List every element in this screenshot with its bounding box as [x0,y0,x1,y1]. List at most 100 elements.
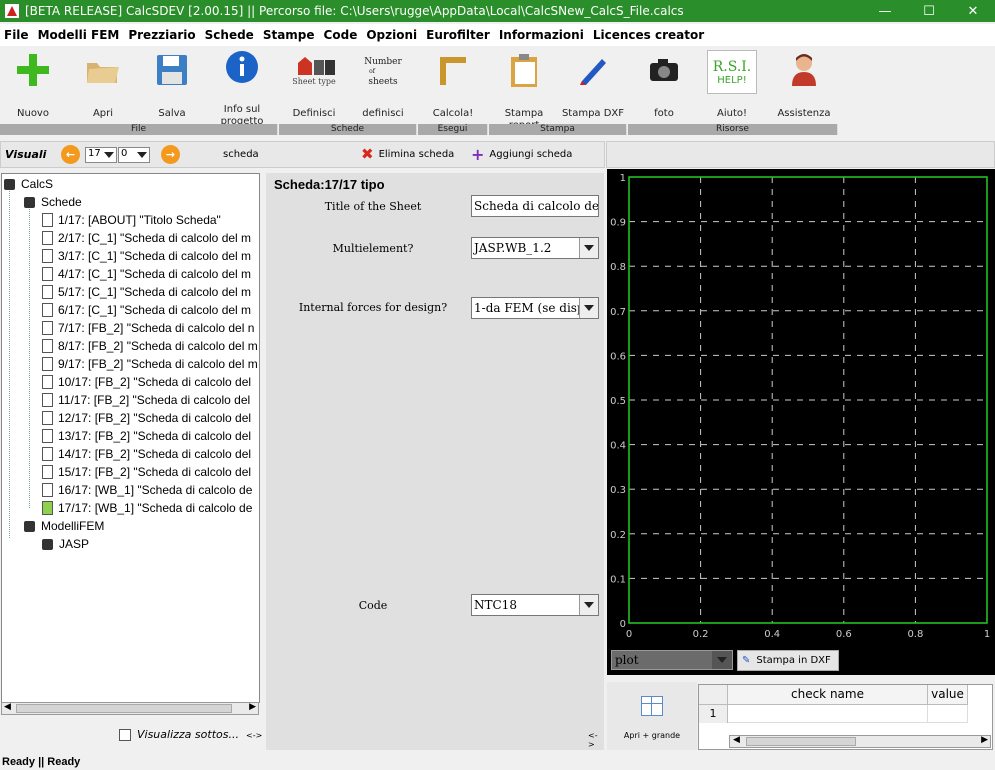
multielement-label: Multielement? [332,242,414,255]
title-bar: [BETA RELEASE] CalcSDEV [2.00.15] || Per… [0,0,995,22]
tree-item-sheet[interactable]: 15/17: [FB_2] "Scheda di calcolo del [42,463,251,481]
scroll-thumb[interactable] [746,737,856,746]
menu-modelli-fem[interactable]: Modelli FEM [34,28,125,42]
sheet-navigation-bar: Visuali ← 17 0 → scheda ✖ Elimina scheda … [0,141,605,168]
chevron-down-icon [579,238,598,258]
previous-sheet-button[interactable]: ← [61,145,80,164]
close-button[interactable]: ✕ [951,4,995,19]
tree-item-sheet[interactable]: 7/17: [FB_2] "Scheda di calcolo del n [42,319,254,337]
column-header-check-name[interactable]: check name [728,685,928,705]
open-large-label: Apri + grande [623,731,681,740]
next-sheet-button[interactable]: → [161,145,180,164]
chart-svg[interactable]: 0 0.2 0.4 0.6 0.8 1 0 0.1 0.2 0.3 0.4 0.5 0.6 0.7 0.8 0… [607,169,995,675]
define-sheet-type-button[interactable]: Sheet type Definisci [284,50,344,119]
tree-root-label: CalcS [21,177,54,191]
print-dxf-button[interactable]: Stampa DXF [561,50,625,119]
tree-horizontal-scrollbar[interactable]: ◀ ▶ [1,702,259,715]
title-field[interactable]: Scheda di calcolo del m [471,195,599,217]
column-header-value[interactable]: value [928,685,968,705]
print-report-button[interactable]: Stampa report [488,50,560,131]
checkbox-icon [119,728,131,741]
scroll-thumb[interactable] [16,704,232,713]
clipboard-icon [488,50,560,90]
folder-icon [75,50,131,90]
plot-area: 0 0.2 0.4 0.6 0.8 1 0 0.1 0.2 0.3 0.4 0.5 0.6 0.7 0.8 0… [607,169,995,675]
open-large-button[interactable]: Apri + grande [607,682,697,750]
tree-item-sheet[interactable]: 9/17: [FB_2] "Scheda di calcolo del m [42,355,258,373]
calculate-button[interactable]: Calcola! [425,50,481,119]
tree-item-label: 17/17: [WB_1] "Scheda di calcolo de [58,501,253,515]
menu-opzioni[interactable]: Opzioni [362,28,422,42]
tree-item-sheet[interactable]: 11/17: [FB_2] "Scheda di calcolo del [42,391,250,409]
menu-file[interactable]: File [0,28,34,42]
internal-forces-select[interactable]: 1-da FEM (se disp.) [471,297,599,319]
document-icon [42,249,53,263]
define-sheets-button[interactable]: Number of sheets definisci [354,50,412,119]
tree-item-sheet[interactable]: 3/17: [C_1] "Scheda di calcolo del m [42,247,251,265]
tree-item-sheet[interactable]: 16/17: [WB_1] "Scheda di calcolo de [42,481,252,499]
multielement-select[interactable]: JASP.WB_1.2 [471,237,599,259]
support-button[interactable]: Assistenza [774,50,834,119]
menu-schede[interactable]: Schede [201,28,259,42]
tree-item-sheet[interactable]: 8/17: [FB_2] "Scheda di calcolo del m [42,337,258,355]
menu-eurofilter[interactable]: Eurofilter [422,28,495,42]
tree-item-sheet[interactable]: 4/17: [C_1] "Scheda di calcolo del m [42,265,251,283]
project-info-button[interactable]: Info sul progetto [210,50,274,127]
tree-item-sheet[interactable]: 14/17: [FB_2] "Scheda di calcolo del [42,445,251,463]
tree-root-calcs[interactable]: CalcS [4,175,53,193]
document-icon [42,357,53,371]
delete-sheet-button[interactable]: ✖ Elimina scheda [361,145,454,163]
help-button[interactable]: R.S.I. HELP! Aiuto! [704,50,760,119]
tree-item-sheet[interactable]: 5/17: [C_1] "Scheda di calcolo del m [42,283,251,301]
y-tick-label: 0.2 [610,530,626,541]
print-dxf-plot-button[interactable]: ✎ Stampa in DXF [737,650,839,671]
tree-item-sheet[interactable]: 17/17: [WB_1] "Scheda di calcolo de [42,499,252,517]
y-tick-label: 0.1 [610,574,626,585]
tree-folder-modelli-fem[interactable]: ModelliFEM [24,517,104,535]
y-tick-label: 0 [620,619,626,630]
tree-item-sheet[interactable]: 6/17: [C_1] "Scheda di calcolo del m [42,301,251,319]
tree-item-sheet[interactable]: 10/17: [FB_2] "Scheda di calcolo del [42,373,251,391]
menu-licences-creator[interactable]: Licences creator [589,28,709,42]
tree-item-sheet[interactable]: 13/17: [FB_2] "Scheda di calcolo del [42,427,251,445]
photo-button[interactable]: foto [636,50,692,119]
maximize-button[interactable]: ☐ [907,4,951,19]
menu-informazioni[interactable]: Informazioni [495,28,589,42]
sheet-number-value: 17 [88,148,101,159]
show-sub-checkbox[interactable]: Visualizza sottos... [119,728,239,741]
code-label: Code [358,599,388,612]
sub-sheet-value: 0 [121,148,128,159]
table-horizontal-scrollbar[interactable]: ◀ ▶ [729,735,991,748]
menu-code[interactable]: Code [320,28,363,42]
new-button[interactable]: Nuovo [5,50,61,119]
save-button[interactable]: Salva [144,50,200,119]
document-icon [42,213,53,227]
code-select[interactable]: NTC18 [471,594,599,616]
y-tick-label: 0.9 [610,218,626,229]
minimize-button[interactable]: — [863,4,907,19]
document-icon [42,393,53,407]
add-sheet-button[interactable]: + Aggiungi scheda [471,145,572,164]
tree-resize-handle[interactable]: <-> [246,731,262,740]
plot-type-select[interactable]: plot [611,650,733,670]
group-file: File [0,124,278,135]
tree-item-sheet[interactable]: 2/17: [C_1] "Scheda di calcolo del m [42,229,251,247]
menu-stampe[interactable]: Stampe [259,28,320,42]
tree-guide-line [9,188,10,538]
menu-prezziario[interactable]: Prezziario [124,28,200,42]
open-button[interactable]: Apri [75,50,131,119]
sub-sheet-select[interactable]: 0 [118,147,150,163]
tree-item-sheet[interactable]: 1/17: [ABOUT] "Titolo Scheda" [42,211,221,229]
define-sheets-label: definisci [362,108,404,119]
scroll-left-icon: ◀ [733,735,740,745]
tree-folder-schede-label: Schede [41,195,82,209]
table-cell[interactable] [728,705,928,723]
tree-item-sheet[interactable]: 12/17: [FB_2] "Scheda di calcolo del [42,409,251,427]
document-icon [42,303,53,317]
table-cell[interactable] [928,705,968,723]
tree-item-jasp[interactable]: JASP [42,535,89,553]
document-icon [42,321,53,335]
sheet-number-select[interactable]: 17 [85,147,117,163]
panel-resize-handle[interactable]: <-> [588,731,604,749]
tree-folder-schede[interactable]: Schede [24,193,82,211]
